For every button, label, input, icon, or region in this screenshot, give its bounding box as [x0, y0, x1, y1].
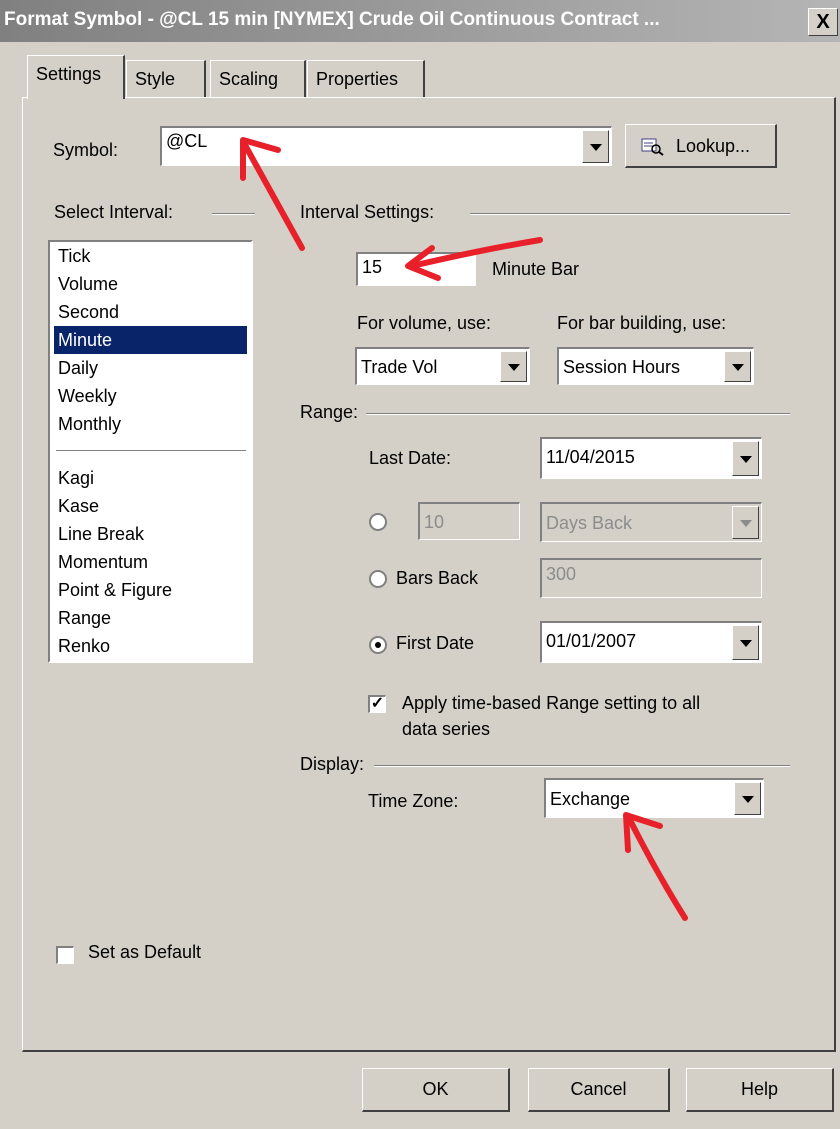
bars-back-input[interactable]: 300	[540, 558, 762, 598]
title-bar: Format Symbol - @CL 15 min [NYMEX] Crude…	[0, 0, 840, 42]
volume-dropdown-button[interactable]	[500, 351, 527, 382]
volume-select-value: Trade Vol	[361, 357, 438, 377]
bar-building-label: For bar building, use:	[557, 313, 727, 333]
last-date-dropdown-button[interactable]	[732, 441, 759, 476]
timezone-dropdown-button[interactable]	[734, 782, 761, 815]
interval-item-daily[interactable]: Daily	[58, 354, 98, 382]
last-date-label: Last Date:	[369, 448, 452, 468]
interval-unit-label: Minute Bar	[492, 259, 580, 279]
lookup-label: Lookup...	[676, 136, 751, 156]
interval-settings-label: Interval Settings:	[300, 202, 435, 222]
days-back-radio[interactable]	[369, 513, 387, 531]
interval-list-separator	[56, 450, 246, 452]
timezone-value: Exchange	[550, 789, 631, 809]
close-button[interactable]: X	[808, 8, 838, 36]
select-interval-divider	[212, 213, 255, 215]
display-divider	[374, 765, 790, 767]
interval-item-kase[interactable]: Kase	[58, 492, 99, 520]
volume-select[interactable]: Trade Vol	[355, 347, 530, 385]
tab-properties[interactable]: Properties	[307, 60, 425, 97]
last-date-picker[interactable]: 11/04/2015	[540, 437, 762, 479]
first-date-radio[interactable]	[369, 636, 387, 654]
bar-building-dropdown-button[interactable]	[724, 351, 751, 382]
days-back-unit-value: Days Back	[546, 513, 633, 533]
cancel-button[interactable]: Cancel	[528, 1068, 670, 1112]
days-back-unit-dropdown-button[interactable]	[732, 506, 759, 539]
bar-building-select[interactable]: Session Hours	[557, 347, 754, 385]
ok-button[interactable]: OK	[362, 1068, 510, 1112]
tab-scaling[interactable]: Scaling	[210, 60, 306, 97]
interval-value-input[interactable]: 15	[356, 252, 476, 286]
interval-item-tick[interactable]: Tick	[58, 242, 90, 270]
tab-settings[interactable]: Settings	[27, 55, 125, 99]
tab-style[interactable]: Style	[126, 60, 206, 97]
interval-item-weekly[interactable]: Weekly	[58, 382, 117, 410]
set-default-checkbox[interactable]	[56, 946, 74, 964]
interval-settings-divider	[470, 213, 790, 215]
interval-item-renko[interactable]: Renko	[58, 632, 110, 660]
symbol-dropdown-button[interactable]	[582, 130, 609, 163]
lookup-button[interactable]: Lookup...	[625, 124, 777, 168]
set-default-label: Set as Default	[88, 942, 202, 962]
interval-item-momentum[interactable]: Momentum	[58, 548, 148, 576]
bars-back-value: 300	[546, 564, 577, 584]
timezone-select[interactable]: Exchange	[544, 778, 764, 818]
apply-range-checkbox[interactable]: ✓	[368, 695, 386, 713]
interval-item-minute[interactable]: Minute	[54, 326, 247, 354]
bars-back-radio[interactable]	[369, 570, 387, 588]
interval-item-monthly[interactable]: Monthly	[58, 410, 121, 438]
range-divider	[366, 413, 790, 415]
interval-item-volume[interactable]: Volume	[58, 270, 118, 298]
interval-item-line-break[interactable]: Line Break	[58, 520, 144, 548]
interval-item-kagi[interactable]: Kagi	[58, 464, 94, 492]
apply-range-label-line2: data series	[402, 719, 491, 739]
select-interval-label: Select Interval:	[54, 202, 174, 222]
timezone-label: Time Zone:	[368, 791, 459, 811]
window-title: Format Symbol - @CL 15 min [NYMEX] Crude…	[4, 9, 660, 30]
days-back-value: 10	[424, 512, 445, 532]
first-date-picker[interactable]: 01/01/2007	[540, 621, 762, 663]
interval-item-range[interactable]: Range	[58, 604, 111, 632]
lookup-icon	[641, 138, 664, 156]
apply-range-label-line1: Apply time-based Range setting to all	[402, 693, 701, 713]
interval-value: 15	[362, 257, 383, 277]
days-back-input[interactable]: 10	[418, 502, 520, 540]
interval-list[interactable]: Tick Volume Second Minute Daily Weekly M…	[48, 240, 253, 663]
first-date-label: First Date	[396, 633, 475, 653]
help-button[interactable]: Help	[686, 1068, 834, 1112]
days-back-unit-select[interactable]: Days Back	[540, 502, 762, 542]
symbol-value: @CL	[166, 131, 208, 151]
interval-item-point-figure[interactable]: Point & Figure	[58, 576, 172, 604]
symbol-label: Symbol:	[53, 140, 119, 160]
first-date-dropdown-button[interactable]	[732, 625, 759, 660]
range-label: Range:	[300, 402, 359, 422]
display-label: Display:	[300, 754, 365, 774]
first-date-value: 01/01/2007	[546, 631, 637, 651]
bars-back-label: Bars Back	[396, 568, 479, 588]
volume-label: For volume, use:	[357, 313, 492, 333]
symbol-combobox[interactable]: @CL	[160, 126, 612, 166]
interval-item-second[interactable]: Second	[58, 298, 119, 326]
last-date-value: 11/04/2015	[546, 447, 635, 467]
bar-building-select-value: Session Hours	[563, 357, 681, 377]
